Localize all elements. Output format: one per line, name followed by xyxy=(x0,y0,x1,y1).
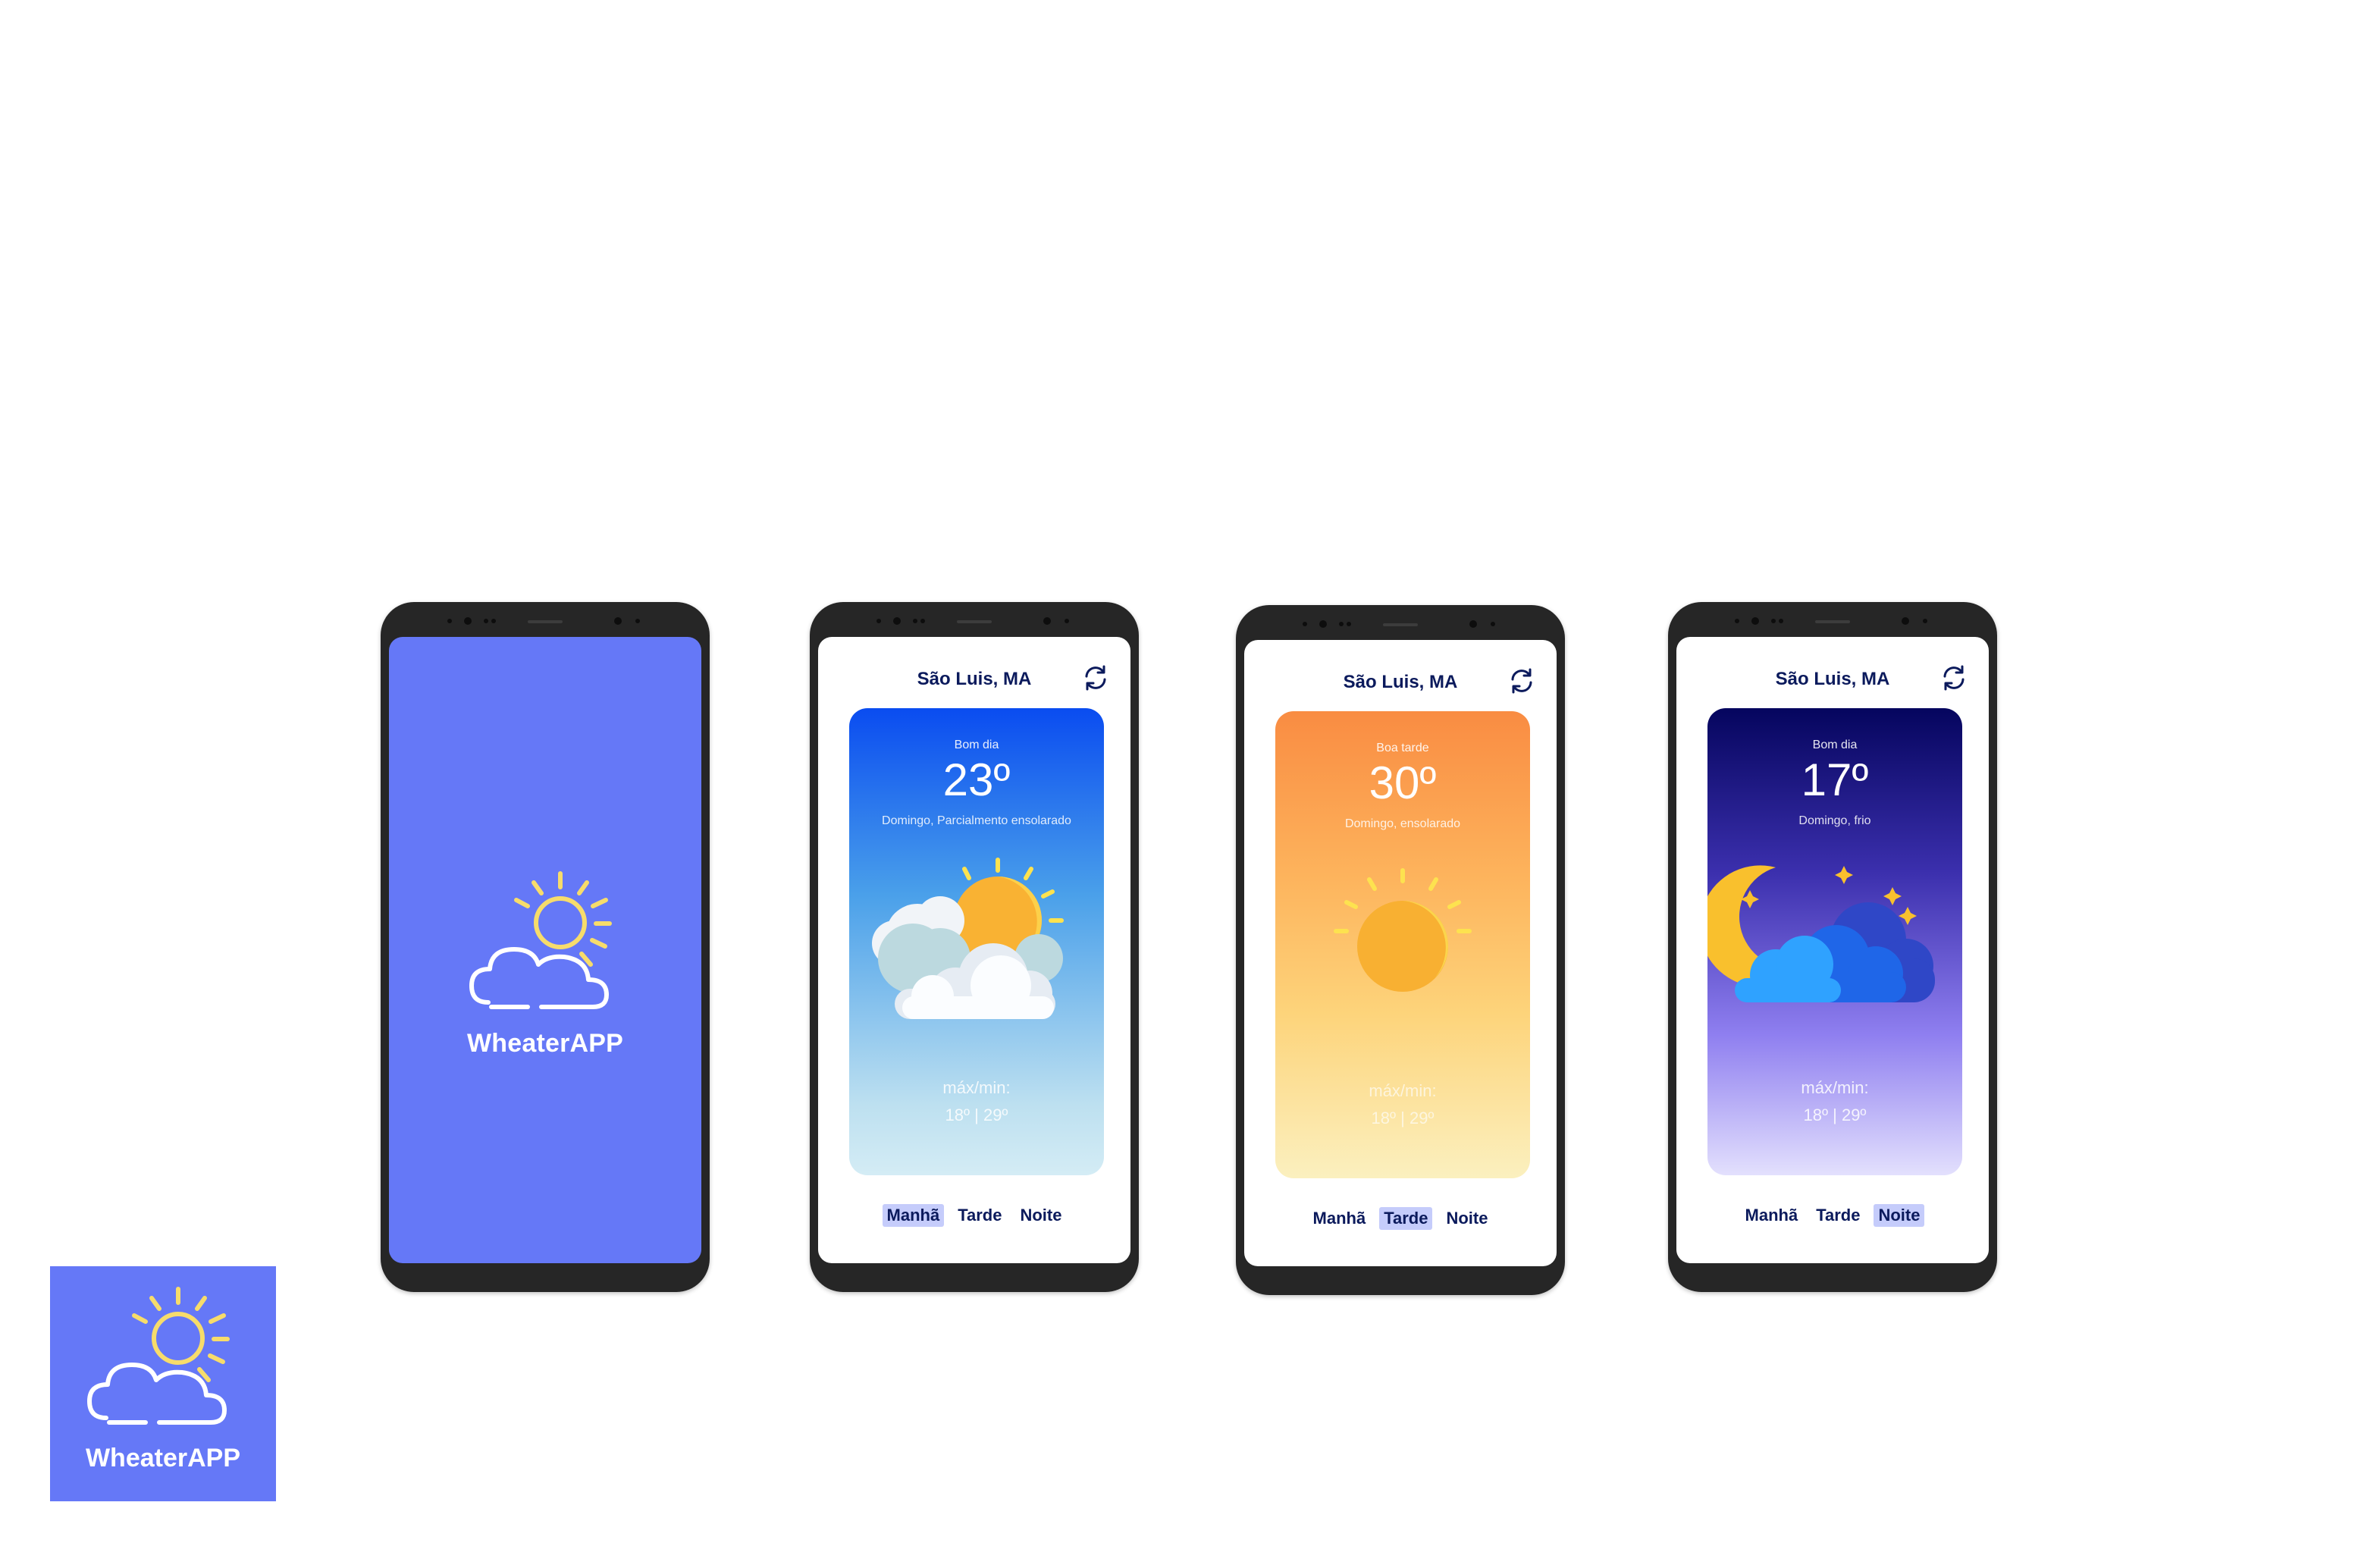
tab-manha[interactable]: Manhã xyxy=(1309,1207,1371,1230)
temperature: 23º xyxy=(942,754,1011,805)
sensor-dot xyxy=(876,619,881,623)
phone-morning: São Luis, MA Bom dia 23º Domingo, Parcia… xyxy=(810,602,1139,1292)
sun-cloud-logo-icon xyxy=(87,1287,230,1425)
minmax-label: máx/min: xyxy=(942,1078,1011,1097)
minmax-value: 18º | 29º xyxy=(1371,1109,1435,1127)
greeting: Boa tarde xyxy=(1376,742,1429,754)
sensor-dot xyxy=(635,619,640,623)
sensor-dot xyxy=(1923,619,1927,623)
earpiece-speaker xyxy=(1383,623,1418,626)
sensor-dot xyxy=(920,619,925,623)
period-tabs: Manhã Tarde Noite xyxy=(1676,1204,1989,1227)
app-name: WheaterAPP xyxy=(85,1444,241,1472)
weather-card: Bom dia 17º Domingo, frio máx/min: 18º |… xyxy=(1707,708,1962,1175)
sensor-dot xyxy=(1735,619,1739,623)
sensor-dot xyxy=(913,619,917,623)
temperature: 30º xyxy=(1369,757,1437,808)
greeting: Bom dia xyxy=(1812,739,1858,751)
sensor-dot xyxy=(491,619,496,623)
minmax-value: 18º | 29º xyxy=(1803,1106,1867,1124)
tab-tarde[interactable]: Tarde xyxy=(953,1204,1006,1227)
sensor-dot xyxy=(1491,622,1495,626)
temperature: 17º xyxy=(1801,754,1869,805)
moon-cloud-icon xyxy=(1707,865,1935,1002)
tab-tarde[interactable]: Tarde xyxy=(1379,1207,1433,1230)
front-camera xyxy=(1751,617,1759,625)
sun-icon xyxy=(1334,868,1472,992)
phone-afternoon: São Luis, MA Boa tarde 30º Domingo, enso… xyxy=(1236,605,1565,1295)
tab-noite[interactable]: Noite xyxy=(1874,1204,1925,1227)
splash-logo: WheaterAPP xyxy=(389,858,701,1058)
tab-manha[interactable]: Manhã xyxy=(1741,1204,1803,1227)
phone-splash: WheaterAPP xyxy=(381,602,710,1292)
period-tabs: Manhã Tarde Noite xyxy=(1244,1207,1557,1230)
splash-screen[interactable]: WheaterAPP xyxy=(389,637,701,1263)
sensor-dot xyxy=(1771,619,1776,623)
front-camera xyxy=(1319,620,1327,628)
sun-cloud-logo-icon xyxy=(469,871,612,1009)
app-name: WheaterAPP xyxy=(466,1029,624,1058)
weather-description: Domingo, ensolarado xyxy=(1344,817,1461,830)
sensor-dot xyxy=(447,619,452,623)
period-tabs: Manhã Tarde Noite xyxy=(818,1204,1130,1227)
weather-screen-afternoon: São Luis, MA Boa tarde 30º Domingo, enso… xyxy=(1244,640,1557,1266)
phone-night: São Luis, MA Bom dia 17º Domingo, frio m… xyxy=(1668,602,1997,1292)
front-sensor xyxy=(1043,617,1051,625)
minmax-label: máx/min: xyxy=(1369,1081,1437,1100)
weather-card: Bom dia 23º Domingo, Parcialmento ensola… xyxy=(849,708,1104,1175)
minmax-label: máx/min: xyxy=(1801,1078,1869,1097)
sensor-dot xyxy=(484,619,488,623)
front-sensor xyxy=(614,617,622,625)
weather-description: Domingo, frio xyxy=(1798,814,1871,827)
refresh-icon[interactable] xyxy=(1939,663,1969,693)
earpiece-speaker xyxy=(957,620,992,623)
front-sensor xyxy=(1469,620,1477,628)
greeting: Bom dia xyxy=(954,739,999,751)
sensor-dot xyxy=(1347,622,1351,626)
sensor-dot xyxy=(1303,622,1307,626)
front-camera xyxy=(893,617,901,625)
app-icon-tile: WheaterAPP xyxy=(50,1266,276,1501)
tab-manha[interactable]: Manhã xyxy=(882,1204,945,1227)
weather-card: Boa tarde 30º Domingo, ensolarado máx/mi… xyxy=(1275,711,1530,1178)
front-camera xyxy=(464,617,472,625)
weather-description: Domingo, Parcialmento ensolarado xyxy=(882,814,1071,827)
sensor-dot xyxy=(1065,619,1069,623)
tab-tarde[interactable]: Tarde xyxy=(1811,1204,1864,1227)
partly-cloudy-icon xyxy=(872,858,1064,1019)
earpiece-speaker xyxy=(1815,620,1850,623)
earpiece-speaker xyxy=(528,620,563,623)
sensor-dot xyxy=(1779,619,1783,623)
tab-noite[interactable]: Noite xyxy=(1441,1207,1492,1230)
minmax-value: 18º | 29º xyxy=(945,1106,1008,1124)
refresh-icon[interactable] xyxy=(1080,663,1111,693)
tab-noite[interactable]: Noite xyxy=(1015,1204,1066,1227)
sensor-dot xyxy=(1339,622,1344,626)
weather-screen-night: São Luis, MA Bom dia 17º Domingo, frio m… xyxy=(1676,637,1989,1263)
front-sensor xyxy=(1902,617,1909,625)
weather-screen-morning: São Luis, MA Bom dia 23º Domingo, Parcia… xyxy=(818,637,1130,1263)
refresh-icon[interactable] xyxy=(1507,666,1537,696)
